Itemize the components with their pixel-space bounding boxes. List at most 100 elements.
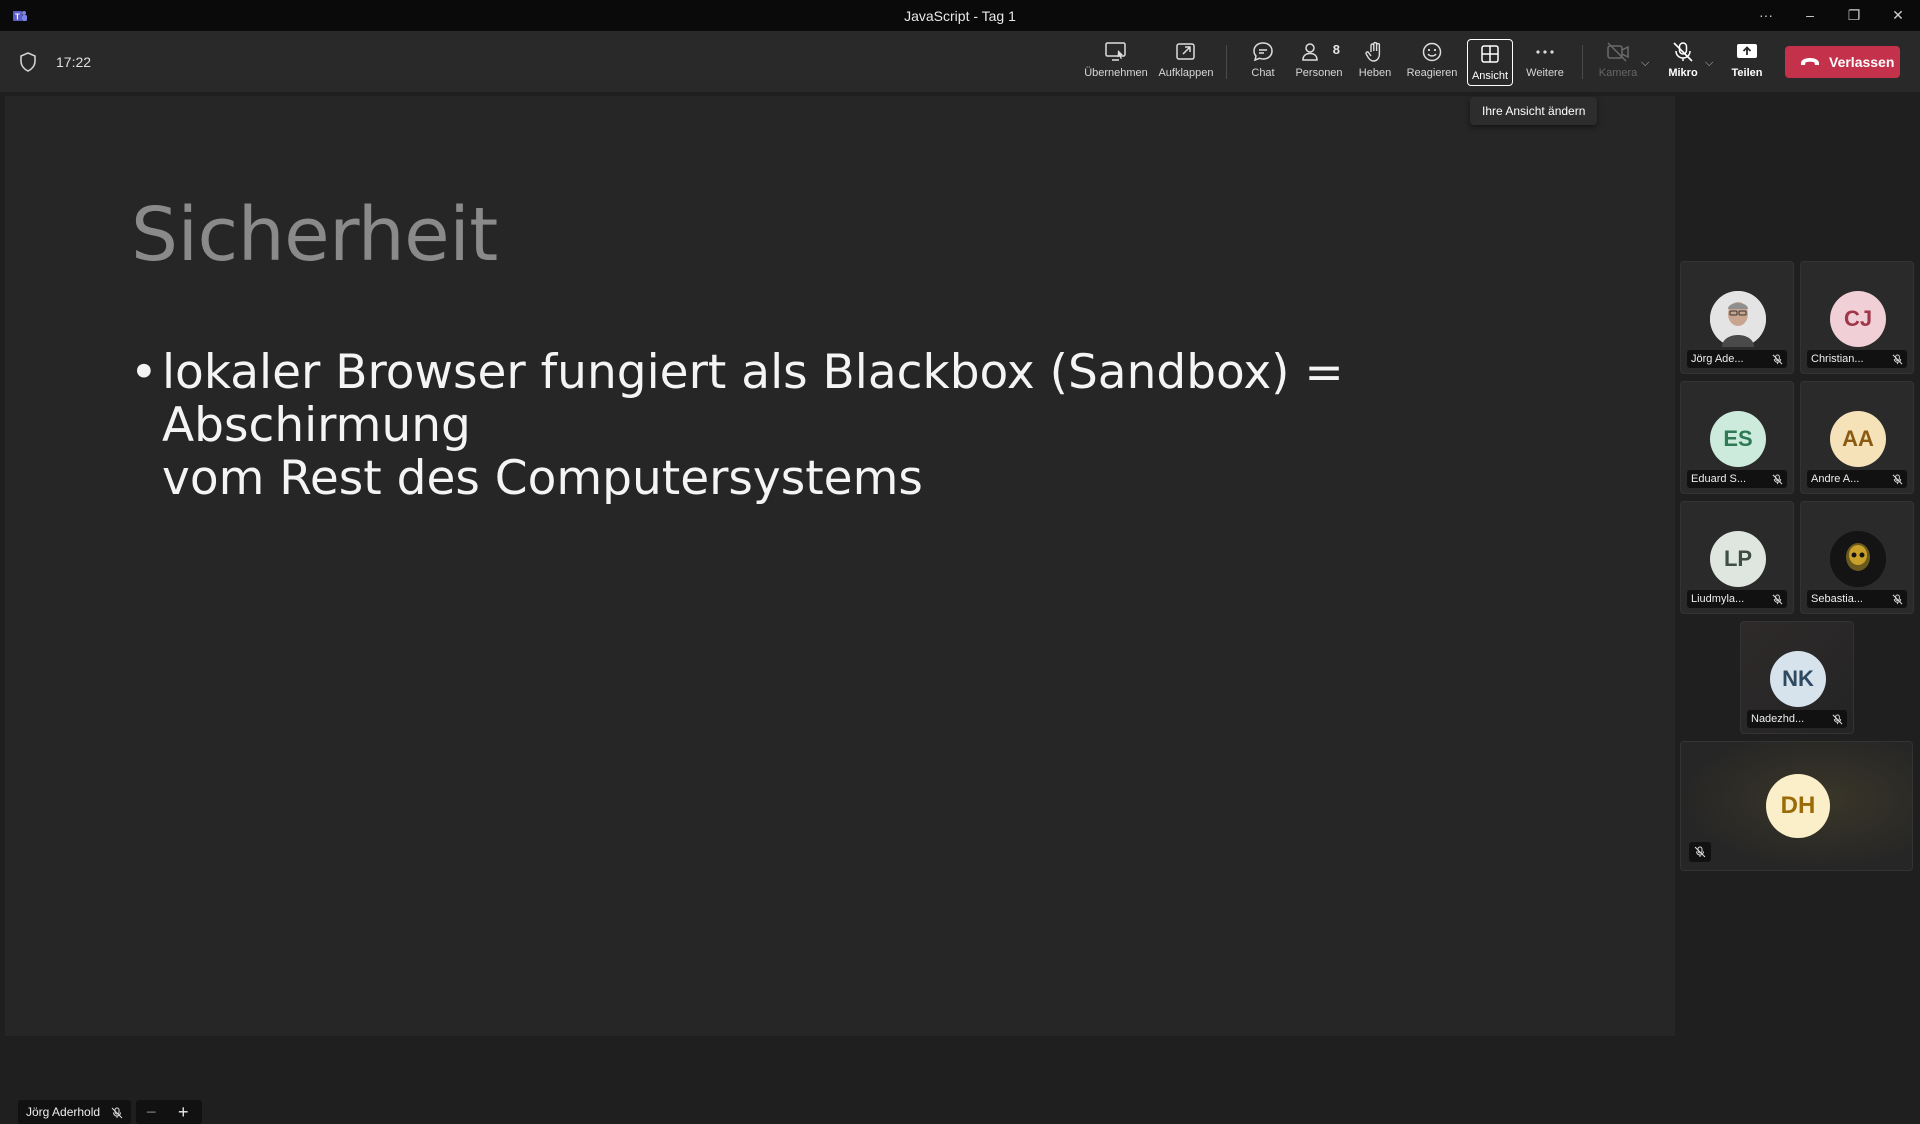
heben-label: Heben bbox=[1358, 67, 1392, 79]
mic-options-chevron-icon[interactable]: ⌵ bbox=[1705, 57, 1713, 70]
participant-name: Jörg Ade... bbox=[1691, 353, 1744, 365]
bullet-text-line-2: vom Rest des Computersystems bbox=[162, 451, 923, 506]
participant-tile[interactable]: AA Andre A... bbox=[1800, 381, 1914, 494]
participant-tile[interactable]: Sebastia... bbox=[1800, 501, 1914, 614]
participant-tile[interactable]: ES Eduard S... bbox=[1680, 381, 1794, 494]
weitere-label: Weitere bbox=[1526, 67, 1564, 79]
camera-options-chevron-icon[interactable]: ⌵ bbox=[1641, 57, 1649, 70]
window-title: JavaScript - Tag 1 bbox=[904, 8, 1016, 24]
muted-indicator bbox=[1832, 713, 1843, 728]
ansicht-tooltip: Ihre Ansicht ändern bbox=[1470, 97, 1598, 125]
aufklappen-label: Aufklappen bbox=[1158, 67, 1214, 79]
uebernehmen-button[interactable]: Übernehmen bbox=[1084, 37, 1148, 87]
participant-avatar: LP bbox=[1710, 531, 1766, 587]
people-count: 8 bbox=[1332, 42, 1340, 57]
leave-button[interactable]: Verlassen bbox=[1785, 46, 1900, 78]
mic-off-icon bbox=[1772, 474, 1783, 485]
participant-name-tag: Eduard S... bbox=[1687, 470, 1787, 488]
uebernehmen-label: Übernehmen bbox=[1084, 67, 1148, 79]
muted-indicator bbox=[1892, 593, 1903, 608]
zoom-controls: − + bbox=[136, 1100, 202, 1124]
zoom-out-button[interactable]: − bbox=[146, 1100, 157, 1124]
toolbar-divider bbox=[1226, 45, 1227, 79]
bullet-point-icon: • bbox=[130, 345, 158, 400]
weitere-button[interactable]: Weitere bbox=[1525, 37, 1565, 87]
participant-name-tag: Sebastia... bbox=[1807, 590, 1907, 608]
zoom-in-button[interactable]: + bbox=[178, 1100, 189, 1124]
more-options-icon[interactable]: ··· bbox=[1756, 5, 1776, 25]
chat-icon bbox=[1253, 42, 1273, 62]
personen-label: Personen bbox=[1295, 67, 1343, 79]
mikro-label: Mikro bbox=[1668, 67, 1698, 79]
participant-name: Christian... bbox=[1811, 353, 1864, 365]
slide-bullet: • lokaler Browser fungiert als Blackbox … bbox=[130, 346, 1580, 505]
participant-name: Eduard S... bbox=[1691, 473, 1747, 485]
muted-indicator bbox=[1772, 473, 1783, 488]
people-icon bbox=[1302, 43, 1318, 61]
shield-icon[interactable] bbox=[19, 52, 37, 72]
participant-avatar: NK bbox=[1770, 651, 1826, 707]
participant-tile[interactable]: CJ Christian... bbox=[1800, 261, 1914, 374]
aufklappen-button[interactable]: Aufklappen bbox=[1156, 37, 1216, 87]
participant-name: Nadezhd... bbox=[1751, 713, 1805, 725]
mikro-button[interactable]: Mikro bbox=[1664, 37, 1702, 87]
shared-screen-stage: Sicherheit • lokaler Browser fungiert al… bbox=[5, 96, 1675, 1124]
mic-off-icon bbox=[112, 1107, 123, 1119]
title-bar: T JavaScript - Tag 1 ··· – ❐ ✕ bbox=[0, 0, 1920, 31]
muted-indicator bbox=[1772, 593, 1783, 608]
more-icon bbox=[1536, 50, 1554, 54]
participant-photo bbox=[1710, 291, 1766, 347]
bullet-text-line-1: lokaler Browser fungiert als Blackbox (S… bbox=[162, 345, 1344, 453]
participant-tile[interactable]: Jörg Ade... bbox=[1680, 261, 1794, 374]
participant-name-tag: Christian... bbox=[1807, 350, 1907, 368]
chat-label: Chat bbox=[1251, 67, 1275, 79]
mic-off-icon bbox=[1772, 594, 1783, 605]
muted-indicator bbox=[1689, 842, 1711, 862]
mic-off-icon bbox=[1892, 594, 1903, 605]
minimize-button[interactable]: – bbox=[1800, 5, 1820, 25]
teilen-button[interactable]: Teilen bbox=[1728, 37, 1766, 87]
emoji-icon bbox=[1422, 42, 1442, 62]
participant-avatar: AA bbox=[1830, 411, 1886, 467]
participant-avatar: DH bbox=[1766, 774, 1830, 838]
participant-tile-large[interactable]: DH bbox=[1680, 741, 1913, 871]
toolbar-divider bbox=[1582, 45, 1583, 79]
reagieren-button[interactable]: Reagieren bbox=[1406, 37, 1458, 87]
kamera-button[interactable]: Kamera bbox=[1598, 37, 1638, 87]
camera-off-icon bbox=[1607, 42, 1629, 62]
participant-avatar: CJ bbox=[1830, 291, 1886, 347]
mic-off-icon bbox=[1673, 42, 1693, 62]
muted-indicator bbox=[1772, 353, 1783, 368]
mic-off-icon bbox=[1832, 714, 1843, 725]
participant-name-tag: Liudmyla... bbox=[1687, 590, 1787, 608]
participant-name: Sebastia... bbox=[1811, 593, 1863, 605]
heben-button[interactable]: Heben bbox=[1356, 37, 1394, 87]
participant-name: Liudmyla... bbox=[1691, 593, 1745, 605]
participant-photo bbox=[1830, 531, 1886, 587]
chat-button[interactable]: Chat bbox=[1246, 37, 1280, 87]
ansicht-button[interactable]: Ansicht bbox=[1467, 39, 1513, 86]
participant-name-tag: Andre A... bbox=[1807, 470, 1907, 488]
personen-button[interactable]: 8 Personen bbox=[1294, 37, 1344, 87]
leave-label: Verlassen bbox=[1829, 54, 1895, 70]
close-button[interactable]: ✕ bbox=[1888, 5, 1908, 25]
reagieren-label: Reagieren bbox=[1406, 67, 1458, 79]
teilen-label: Teilen bbox=[1731, 67, 1763, 79]
mic-off-icon bbox=[1892, 474, 1903, 485]
presenter-name: Jörg Aderhold bbox=[26, 1105, 101, 1119]
raise-hand-icon bbox=[1365, 41, 1381, 62]
muted-indicator bbox=[1892, 473, 1903, 488]
hang-up-icon bbox=[1801, 58, 1819, 65]
presenter-name-tag: Jörg Aderhold bbox=[18, 1100, 132, 1124]
mic-off-icon bbox=[1694, 846, 1706, 858]
take-control-icon bbox=[1105, 42, 1126, 61]
muted-indicator bbox=[1892, 353, 1903, 368]
kamera-label: Kamera bbox=[1598, 67, 1638, 79]
participant-tile[interactable]: LP Liudmyla... bbox=[1680, 501, 1794, 614]
share-screen-icon bbox=[1737, 44, 1757, 58]
participant-tile[interactable]: NK Nadezhd... bbox=[1740, 621, 1854, 734]
meeting-timer: 17:22 bbox=[56, 54, 92, 70]
restore-button[interactable]: ❐ bbox=[1844, 5, 1864, 25]
pop-out-icon bbox=[1176, 43, 1195, 60]
ansicht-label: Ansicht bbox=[1471, 70, 1509, 82]
